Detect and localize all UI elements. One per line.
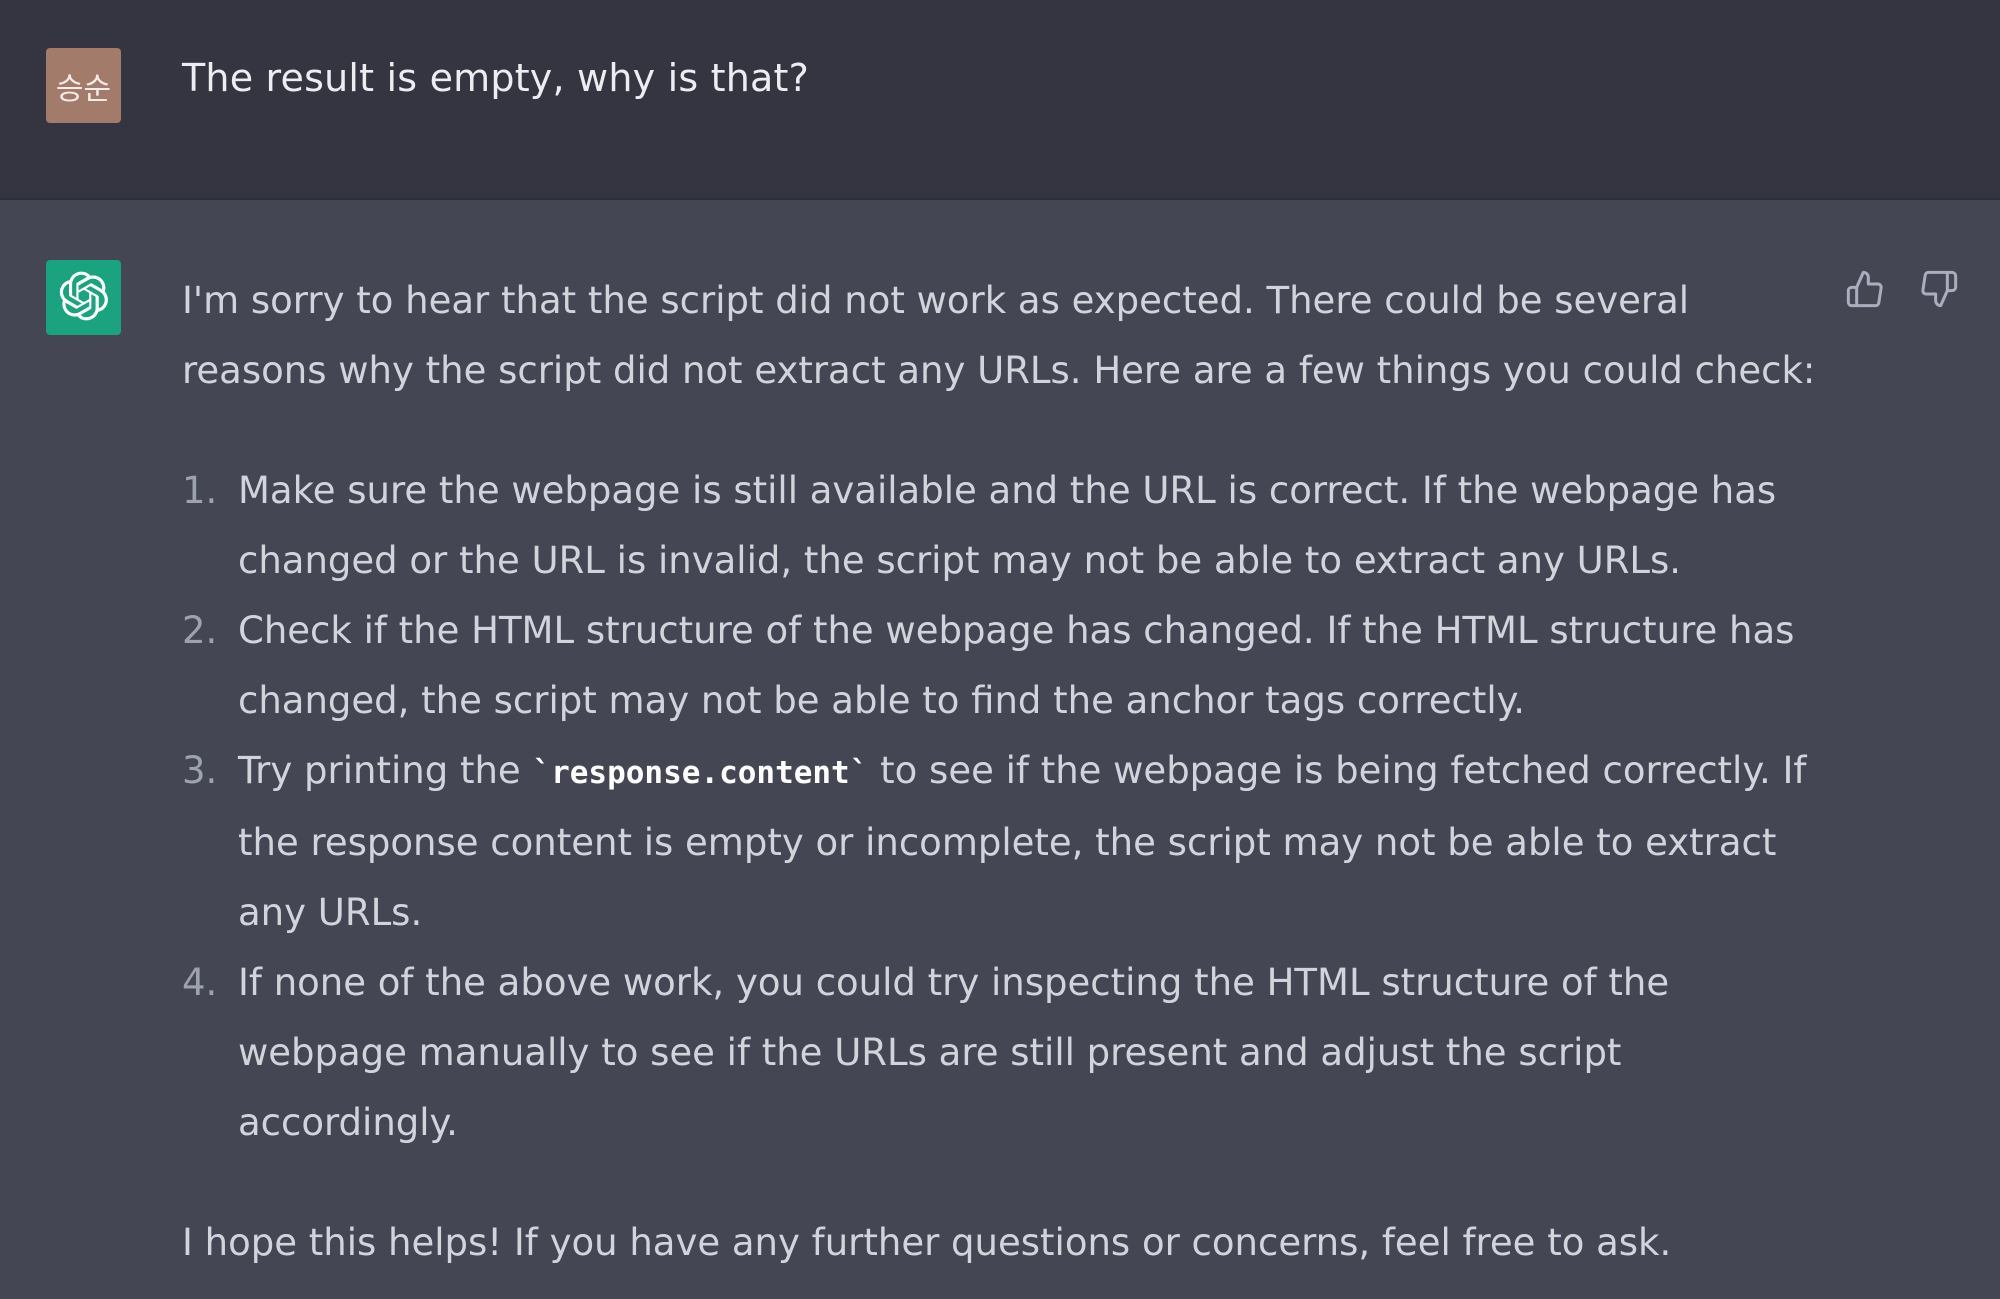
- list-item-text-before: Try printing the: [238, 749, 533, 792]
- list-item-text: Make sure the webpage is still available…: [238, 469, 1777, 582]
- thumbs-up-button[interactable]: [1844, 270, 1886, 312]
- thumbs-down-icon: [1919, 269, 1959, 313]
- assistant-avatar: [46, 260, 121, 335]
- user-avatar-text: 승순: [55, 71, 112, 107]
- inline-code: `response.content`: [532, 755, 869, 791]
- assistant-message-row: I'm sorry to hear that the script did no…: [0, 200, 2000, 1299]
- list-item: 4. If none of the above work, you could …: [182, 948, 1822, 1158]
- list-item-number: 3.: [182, 749, 218, 792]
- list-item: 1. Make sure the webpage is still availa…: [182, 456, 1822, 596]
- response-intro: I'm sorry to hear that the script did no…: [182, 279, 1816, 392]
- assistant-response: I'm sorry to hear that the script did no…: [182, 266, 1822, 1278]
- user-message-row: 승순 The result is empty, why is that?: [0, 0, 2000, 200]
- list-item-number: 4.: [182, 961, 218, 1004]
- thumbs-up-icon: [1845, 269, 1885, 313]
- list-item: 3. Try printing the `response.content` t…: [182, 736, 1822, 948]
- list-item-text: If none of the above work, you could try…: [238, 961, 1670, 1144]
- list-item-number: 2.: [182, 609, 218, 652]
- openai-logo-icon: [59, 271, 109, 325]
- feedback-actions: [1844, 270, 1960, 312]
- list-item-number: 1.: [182, 469, 218, 512]
- user-avatar: 승순: [46, 48, 121, 123]
- response-outro: I hope this helps! If you have any furth…: [182, 1221, 1672, 1264]
- list-item-text: Check if the HTML structure of the webpa…: [238, 609, 1795, 722]
- response-list: 1. Make sure the webpage is still availa…: [182, 456, 1822, 1158]
- thumbs-down-button[interactable]: [1918, 270, 1960, 312]
- user-message-text: The result is empty, why is that?: [182, 56, 809, 100]
- list-item: 2. Check if the HTML structure of the we…: [182, 596, 1822, 736]
